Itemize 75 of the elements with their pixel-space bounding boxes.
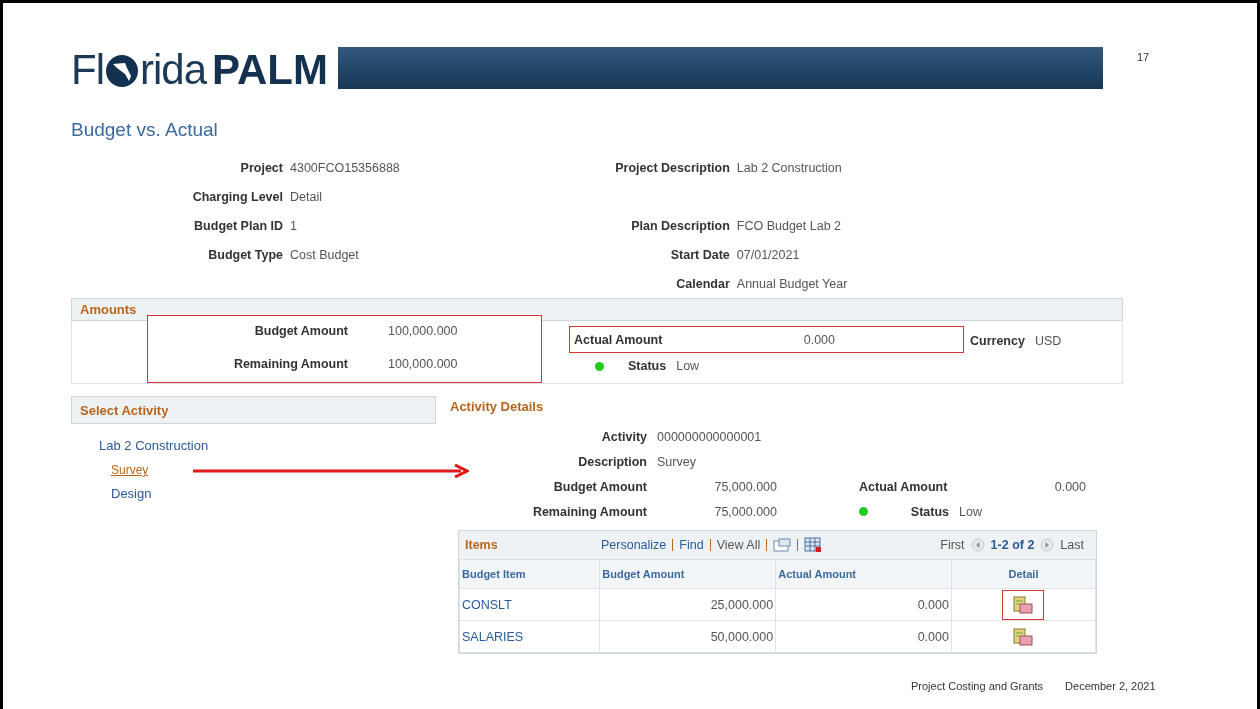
field-value: Survey [657,454,697,469]
field-value: 75,000.000 [713,504,777,519]
field-label: Activity [600,429,648,444]
field-value: USD [1034,334,1062,350]
field-value: 1 [290,218,298,233]
field-label: Description [577,454,648,469]
zoom-window-icon[interactable] [773,538,792,552]
field-value: Lab 2 Construction [736,160,843,175]
column-header: Detail [951,559,1096,589]
field-label: Project Description [614,160,730,175]
field-label: Budget Amount [253,324,348,340]
field-value: 0.000 [803,332,835,347]
table-cell: 25,000.000 [599,588,776,621]
table-cell: 50,000.000 [599,620,776,653]
field-value: 100,000.000 [387,357,459,373]
column-header: Budget Amount [599,559,776,589]
field-label: Remaining Amount [531,504,648,519]
activity-link[interactable]: Survey [111,463,149,477]
grid-link[interactable]: Find [679,538,704,552]
previous-icon[interactable] [970,538,985,552]
footer-date: December 2, 2021 [1065,680,1156,692]
field-label: Calendar [675,276,730,291]
field-value: Low [676,359,700,373]
field-value: FCO Budget Lab 2 [736,218,843,233]
field-label: Project [239,160,283,175]
detail-icon[interactable] [1013,595,1034,614]
table-cell: 0.000 [775,620,952,653]
field-label: Actual Amount [859,479,949,494]
field-label: Remaining Amount [232,357,348,373]
table-cell: 0.000 [775,588,952,621]
section-header: Activity Details [450,399,545,414]
activity-link[interactable]: Lab 2 Construction [99,438,209,453]
page-range: 1-2 of 2 [990,538,1035,552]
grid-link[interactable]: Personalize [601,538,667,552]
column-header: Actual Amount [775,559,952,589]
field-label: Budget Type [207,247,283,262]
field-value: Annual Budget Year [736,276,848,291]
field-value: 000000000000001 [657,429,763,444]
grid-title: Items [465,538,499,552]
field-value: Low [959,504,983,519]
field-label: Status [910,504,950,519]
field-value: Cost Budget [290,247,360,262]
field-label: Currency [970,334,1025,350]
spreadsheet-icon[interactable] [804,537,823,553]
field-value: 75,000.000 [713,479,777,494]
field-label: Status [628,359,667,373]
field-label: Charging Level [191,189,283,204]
field-label: Budget Plan ID [193,218,283,233]
logo-text: rida [140,49,207,91]
page-title: Budget vs. Actual [71,119,219,141]
field-value: Detail [290,189,323,204]
activity-link[interactable]: Design [111,486,152,501]
first-link[interactable]: First [940,538,965,552]
table-cell[interactable]: CONSLT [459,588,600,621]
table-cell[interactable]: SALARIES [459,620,600,653]
field-value: 0.000 [1053,479,1086,494]
logo-text: Fl [71,49,104,91]
logo-text: PALM [212,49,328,91]
last-link[interactable]: Last [1060,538,1084,552]
footer-text: Project Costing and Grants [911,680,1044,692]
next-icon[interactable] [1040,538,1055,552]
view-all-link[interactable]: View All [716,538,761,552]
field-label: Plan Description [630,218,730,233]
detail-icon[interactable] [1013,627,1034,646]
field-value: 100,000.000 [387,324,459,340]
section-header: Select Activity [71,396,436,424]
field-value: 4300FCO15356888 [290,160,400,175]
field-label: Start Date [669,247,730,262]
field-label: Budget Amount [552,479,648,494]
page-number: 17 [1136,51,1150,63]
globe-icon [105,54,139,88]
section-header: Amounts [71,298,1123,321]
column-header: Budget Item [459,559,600,589]
field-value: 07/01/2021 [736,247,801,262]
field-label: Actual Amount [574,332,663,347]
